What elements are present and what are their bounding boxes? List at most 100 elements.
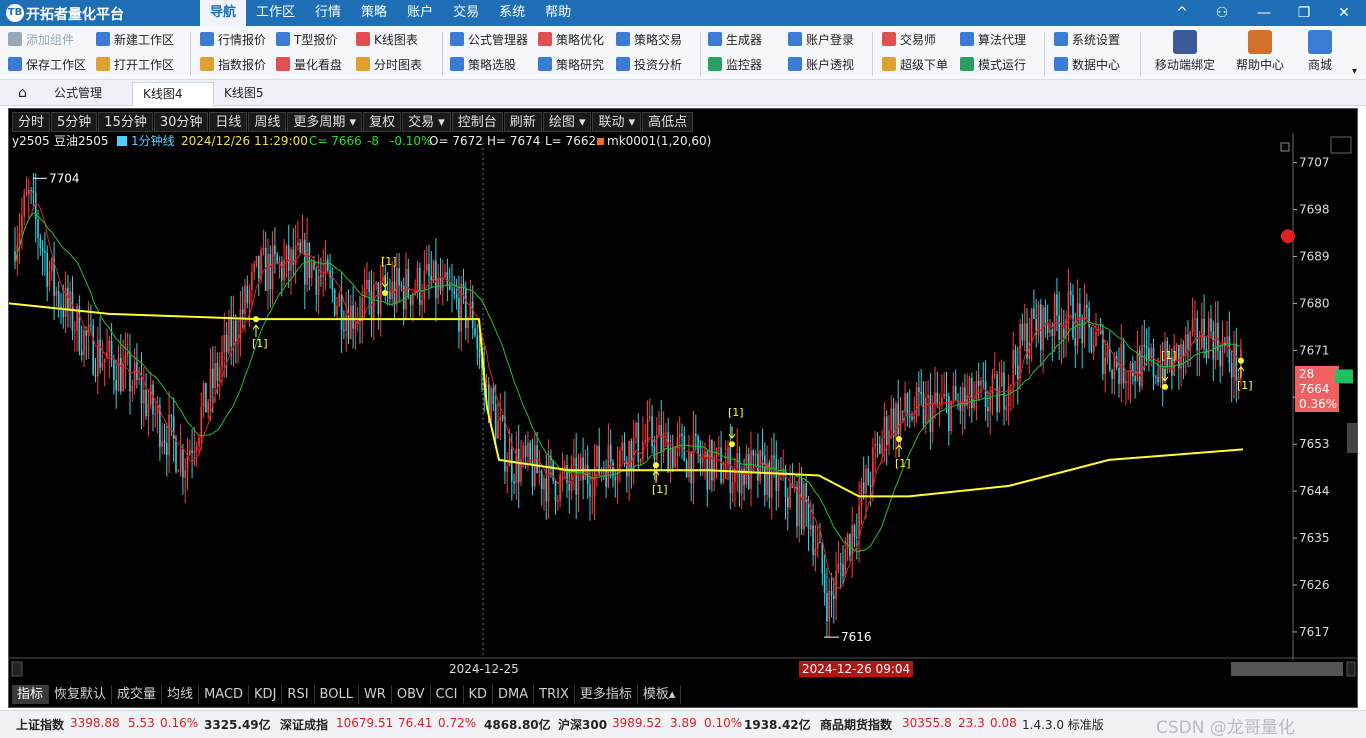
candle-body <box>126 352 129 355</box>
monitor-icon <box>708 57 722 71</box>
user-icon[interactable]: ⚇ <box>1202 0 1242 26</box>
tab-kline-5[interactable]: K线图5 <box>214 82 274 106</box>
toolbar-timeshare-chart-button[interactable]: 分时图表 <box>356 53 422 75</box>
menu-trade[interactable]: 交易 <box>443 0 489 26</box>
indicator-tab[interactable]: 指标 <box>12 685 50 704</box>
candle-body <box>228 319 230 353</box>
candle-body <box>94 374 97 377</box>
indicator-tab[interactable]: 更多指标 <box>575 685 638 704</box>
candle-body <box>1095 331 1097 346</box>
super-order-icon <box>882 57 896 71</box>
maximize-button[interactable]: ❐ <box>1284 0 1324 26</box>
toolbar-algo-agent-button[interactable]: 算法代理 <box>960 28 1026 50</box>
toolbar-index-quote-button[interactable]: 指数报价 <box>200 53 266 75</box>
chart-tool-button[interactable]: 日线 <box>209 112 248 132</box>
menu-nav[interactable]: 导航 <box>200 0 247 26</box>
toolbar-strategy-pick-button[interactable]: 策略选股 <box>450 53 516 75</box>
menu-system[interactable]: 系统 <box>489 0 535 26</box>
toolbar-mobile-bind-button[interactable]: 移动端绑定 <box>1150 28 1220 78</box>
collapse-ribbon-button[interactable]: ^ <box>1162 0 1202 26</box>
chart-tool-button[interactable]: 分时 <box>12 112 51 132</box>
indicator-tab[interactable]: DMA <box>493 685 535 704</box>
candle-body <box>517 448 520 482</box>
indicator-tab[interactable]: OBV <box>392 685 431 704</box>
toolbar-strategy-optimize-button[interactable]: 策略优化 <box>538 28 604 50</box>
menu-strategy[interactable]: 策略 <box>351 0 397 26</box>
toolbar-mall-button[interactable]: 商城 <box>1296 28 1344 78</box>
toolbar-data-center-button[interactable]: 数据中心 <box>1054 53 1120 75</box>
chart-tool-button[interactable]: 交易 ▾ <box>402 112 451 132</box>
indicator-tab[interactable]: 模板▴ <box>638 685 682 704</box>
indicator-tab[interactable]: 恢复默认 <box>49 685 113 704</box>
toolbar-more-icon[interactable]: ▾ <box>1352 66 1357 77</box>
toolbar-separator <box>872 32 873 76</box>
indicator-tab[interactable]: MACD <box>199 685 250 704</box>
candle-body <box>1017 365 1019 379</box>
candle-body <box>149 384 152 405</box>
indicator-tab[interactable]: RSI <box>282 685 315 704</box>
chart-tool-button[interactable]: 周线 <box>248 112 287 132</box>
indicator-tab[interactable]: 成交量 <box>112 685 163 704</box>
toolbar-t-quote-button[interactable]: T型报价 <box>276 28 337 50</box>
candle-body <box>255 256 258 264</box>
chart-tool-button[interactable]: 高低点 <box>642 112 694 132</box>
chart-tool-button[interactable]: 更多周期 ▾ <box>287 112 363 132</box>
tab-formula-manager[interactable]: 公式管理 <box>44 82 112 106</box>
indicator-tab[interactable]: BOLL <box>315 685 359 704</box>
home-icon[interactable]: ⌂ <box>8 82 37 106</box>
toolbar-account-login-button[interactable]: 账户登录 <box>788 28 854 50</box>
toolbar-invest-analysis-button[interactable]: 投资分析 <box>616 53 682 75</box>
indicator-tab[interactable]: KDJ <box>249 685 283 704</box>
toolbar-new-workspace-button[interactable]: 新建工作区 <box>96 28 174 50</box>
indicator-tab[interactable]: TRIX <box>534 685 575 704</box>
toolbar-quant-board-button[interactable]: 量化看盘 <box>276 53 342 75</box>
candle-body <box>904 393 906 412</box>
toolbar-monitor-button[interactable]: 监控器 <box>708 53 762 75</box>
toolbar-save-workspace-button[interactable]: 保存工作区 <box>8 53 86 75</box>
system-settings-icon <box>1054 32 1068 46</box>
chart-tool-button[interactable]: 联动 ▾ <box>592 112 642 132</box>
toolbar-kline-chart-button[interactable]: K线图表 <box>356 28 418 50</box>
candle-body <box>844 549 847 577</box>
toolbar-mode-run-button[interactable]: 模式运行 <box>960 53 1026 75</box>
toolbar-quote-button[interactable]: 行情报价 <box>200 28 266 50</box>
toolbar-account-view-button[interactable]: 账户透视 <box>788 53 854 75</box>
chart-tool-button[interactable]: 控制台 <box>451 112 503 132</box>
toolbar-strategy-research-button[interactable]: 策略研究 <box>538 53 604 75</box>
minimize-button[interactable]: — <box>1244 0 1284 26</box>
menu-help[interactable]: 帮助 <box>535 0 581 26</box>
chart-tool-button[interactable]: 复权 <box>363 112 402 132</box>
chart-tool-button[interactable]: 绘图 ▾ <box>542 112 592 132</box>
toolbar-open-workspace-button[interactable]: 打开工作区 <box>96 53 174 75</box>
indicator-tab[interactable]: KD <box>464 685 494 704</box>
chart-tool-button[interactable]: 5分钟 <box>51 112 98 132</box>
candle-body <box>1161 367 1164 384</box>
indicator-tab[interactable]: WR <box>359 685 392 704</box>
menu-account[interactable]: 账户 <box>397 0 443 26</box>
toolbar-super-order-button[interactable]: 超级下单 <box>882 53 948 75</box>
toolbar-system-settings-button[interactable]: 系统设置 <box>1054 28 1120 50</box>
tab-kline-4[interactable]: K线图4 × <box>132 82 214 123</box>
chart-tool-button[interactable]: 15分钟 <box>98 112 153 132</box>
toolbar-generator-button[interactable]: 生成器 <box>708 28 762 50</box>
toolbar-add-component-button[interactable]: 添加组件 <box>8 28 74 50</box>
menu-market[interactable]: 行情 <box>305 0 351 26</box>
chart-tool-button[interactable]: 30分钟 <box>153 112 209 132</box>
toolbar-strategy-trade-button[interactable]: 策略交易 <box>616 28 682 50</box>
candle-body <box>465 287 467 329</box>
maximize-chart-icon <box>1330 136 1352 154</box>
close-window-button[interactable]: ✕ <box>1324 0 1364 26</box>
candle-body <box>982 380 985 382</box>
toolbar-help-center-button[interactable]: 帮助中心 <box>1232 28 1288 78</box>
indicator-tab[interactable]: CCI <box>431 685 464 704</box>
candle-body <box>1175 345 1178 347</box>
menu-workspace[interactable]: 工作区 <box>246 0 305 26</box>
candle-body <box>653 446 656 460</box>
toolbar-formula-manager-button[interactable]: 公式管理器 <box>450 28 528 50</box>
toolbar-trader-button[interactable]: 交易师 <box>882 28 936 50</box>
indicator-tab[interactable]: 均线 <box>162 685 200 704</box>
candle-body <box>1129 363 1132 382</box>
candle-body <box>161 441 163 447</box>
kline-chart[interactable]: 7707769876897680767176627653764476357626… <box>9 133 1357 685</box>
chart-tool-button[interactable]: 刷新 <box>503 112 542 132</box>
